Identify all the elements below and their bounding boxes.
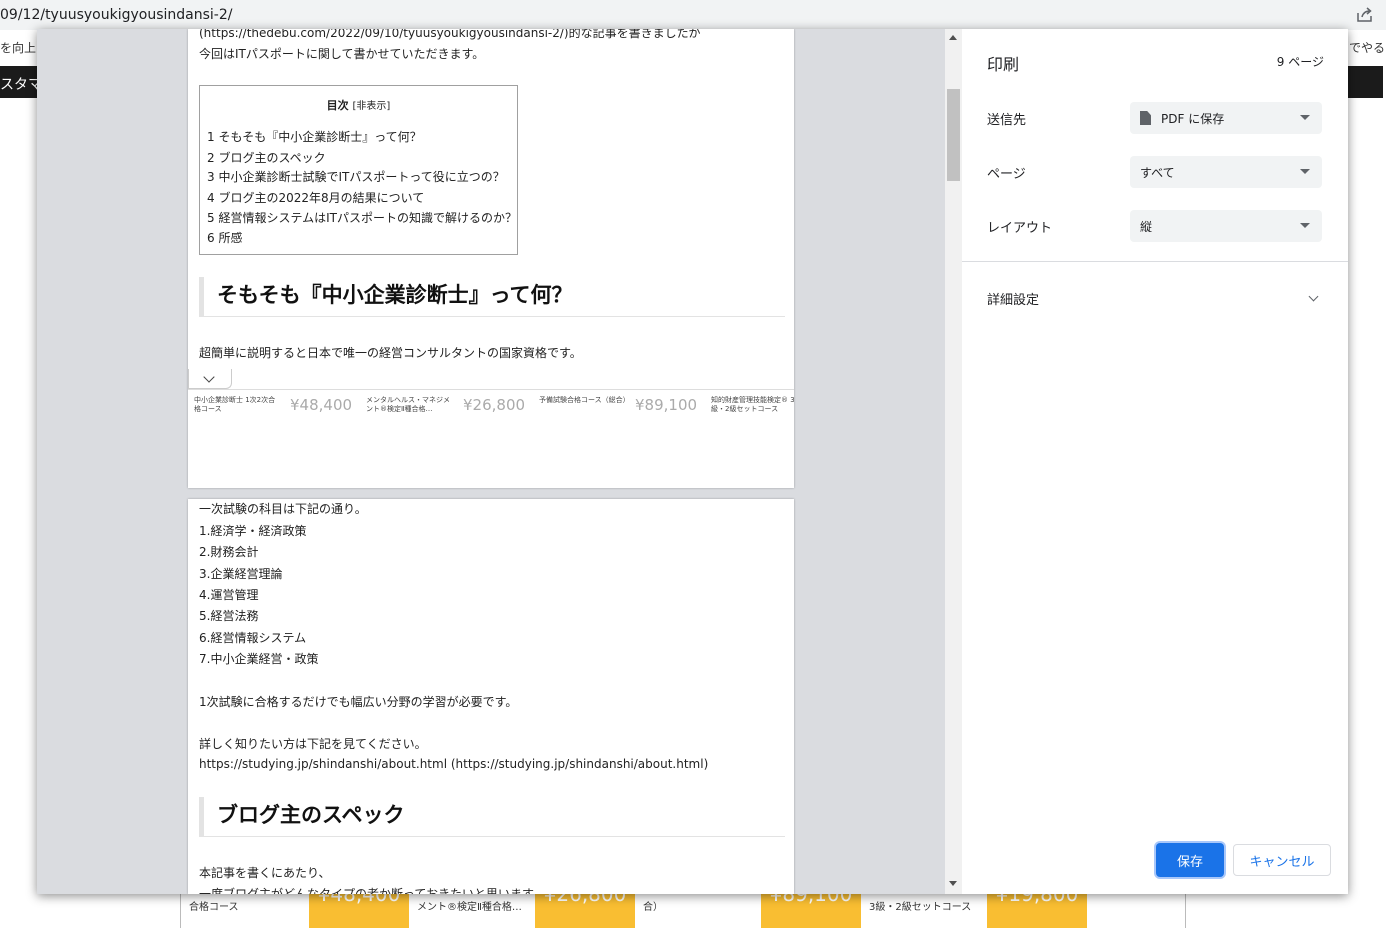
toc-item: 1 そもそも『中小企業診断士』って何？ <box>207 130 422 144</box>
scroll-thumb[interactable] <box>947 89 960 181</box>
background-nav-bar-left: スタマー <box>0 66 40 98</box>
subject-item: 1.経済学・経済政策 <box>199 524 307 538</box>
print-settings-panel: 印刷 9 ページ 送信先 PDF に保存 ページ すべて レイアウト 縦 詳細設… <box>962 29 1348 894</box>
background-nav-bar-right <box>1348 66 1383 98</box>
page-text: (https://thedebu.com/2022/09/10/tyuusyou… <box>199 29 701 40</box>
section-heading: ブログ主のスペック <box>199 797 785 837</box>
page-link: https://studying.jp/shindanshi/about.htm… <box>199 757 709 771</box>
toc-item: 5 経営情報システムはITパスポートの知識で解けるのか？ <box>207 211 517 225</box>
pages-value: すべて <box>1140 166 1175 180</box>
dropdown-caret-icon <box>1300 115 1310 120</box>
ad-item-label: 予備試験合格コース（総合） <box>539 396 630 404</box>
toc-title: 目次 [非表示] <box>200 97 517 113</box>
subject-item: 7.中小企業経営・政策 <box>199 652 319 666</box>
page-ad-strip: 中小企業診断士 1次2次合格コース ¥48,400 メンタルヘルス・マネジメント… <box>188 389 794 419</box>
pages-select[interactable]: すべて <box>1130 156 1322 188</box>
cancel-button[interactable]: キャンセル <box>1233 844 1331 876</box>
scroll-up-arrow-icon[interactable] <box>949 35 957 40</box>
settings-divider <box>962 261 1348 262</box>
page-text: 詳しく知りたい方は下記を見てください。 <box>199 737 427 751</box>
table-of-contents: 目次 [非表示] 1 そもそも『中小企業診断士』って何？ 2 ブログ主のスペック… <box>199 85 518 255</box>
layout-value: 縦 <box>1140 220 1153 234</box>
pages-label: ページ <box>987 167 1026 182</box>
share-icon[interactable] <box>1356 7 1374 23</box>
toc-item: 2 ブログ主のスペック <box>207 151 326 165</box>
toc-item: 4 ブログ主の2022年8月の結果について <box>207 191 425 205</box>
print-dialog: (https://thedebu.com/2022/09/10/tyuusyou… <box>37 29 1348 894</box>
background-page-text-left: を向上 <box>0 41 37 55</box>
page-count: 9 ページ <box>1276 55 1324 69</box>
ad-item-label: メンタルヘルス・マネジメント®検定Ⅱ種合格… <box>366 396 450 413</box>
dropdown-caret-icon <box>1300 169 1310 174</box>
page-text: 1次試験に合格するだけでも幅広い分野の学習が必要です。 <box>199 695 518 709</box>
toc-hide-toggle: [非表示] <box>352 101 391 112</box>
ad-item-label: 知的財産管理技能検定® 3級・2級セットコース <box>711 396 794 413</box>
page-text: 本記事を書くにあたり、 <box>199 866 331 880</box>
page-text: 今回はITパスポートに関して書かせていただきます。 <box>199 47 485 61</box>
page-text: 一次試験の科目は下記の通り。 <box>199 502 367 516</box>
preview-page-1: (https://thedebu.com/2022/09/10/tyuusyou… <box>188 29 794 488</box>
ad-item-price: ¥26,800 <box>463 396 526 414</box>
address-bar[interactable]: 09/12/tyuusyoukigyousindansi-2/ <box>0 0 1386 30</box>
ad-item-price: ¥89,100 <box>635 396 698 414</box>
subject-item: 5.経営法務 <box>199 609 259 623</box>
subject-item: 6.経営情報システム <box>199 631 307 645</box>
layout-select[interactable]: 縦 <box>1130 210 1322 242</box>
dialog-title: 印刷 <box>987 55 1020 74</box>
preview-page-2: 一次試験の科目は下記の通り。 1.経済学・経済政策 2.財務会計 3.企業経営理… <box>188 499 794 894</box>
subject-item: 4.運営管理 <box>199 588 259 602</box>
advanced-settings-toggle[interactable]: 詳細設定 <box>987 289 1039 308</box>
toc-item: 3 中小企業診断士試験でITパスポートって役に立つの？ <box>207 170 505 184</box>
destination-label: 送信先 <box>987 113 1027 128</box>
dropdown-caret-icon <box>1300 223 1310 228</box>
background-page-text-right: でやる <box>1349 41 1386 55</box>
page-text: 超簡単に説明すると日本で唯一の経営コンサルタントの国家資格です。 <box>199 346 582 360</box>
ad-item-label: 中小企業診断士 1次2次合格コース <box>194 396 276 413</box>
section-heading: そもそも『中小企業診断士』って何？ <box>199 277 785 317</box>
toc-item: 6 所感 <box>207 231 243 245</box>
scroll-down-arrow-icon[interactable] <box>949 881 957 886</box>
toc-title-text: 目次 <box>326 99 349 112</box>
subject-item: 2.財務会計 <box>199 545 259 559</box>
page-text: 一度ブログ主がどんなタイプの者か断っておきたいと思います。 <box>199 887 545 894</box>
chevron-down-icon[interactable] <box>1308 291 1319 302</box>
save-button[interactable]: 保存 <box>1156 843 1224 877</box>
print-preview-area[interactable]: (https://thedebu.com/2022/09/10/tyuusyou… <box>37 29 962 894</box>
url-text[interactable]: 09/12/tyuusyoukigyousindansi-2/ <box>0 7 232 23</box>
ad-item-price: ¥48,400 <box>290 396 353 414</box>
preview-scrollbar[interactable] <box>945 29 962 894</box>
chevron-down-icon <box>203 371 215 383</box>
pdf-file-icon <box>1140 111 1151 125</box>
destination-select[interactable]: PDF に保存 <box>1130 102 1322 134</box>
destination-value: PDF に保存 <box>1161 112 1225 126</box>
subject-item: 3.企業経営理論 <box>199 567 283 581</box>
ad-collapse-tab <box>188 369 232 389</box>
layout-label: レイアウト <box>987 221 1053 236</box>
